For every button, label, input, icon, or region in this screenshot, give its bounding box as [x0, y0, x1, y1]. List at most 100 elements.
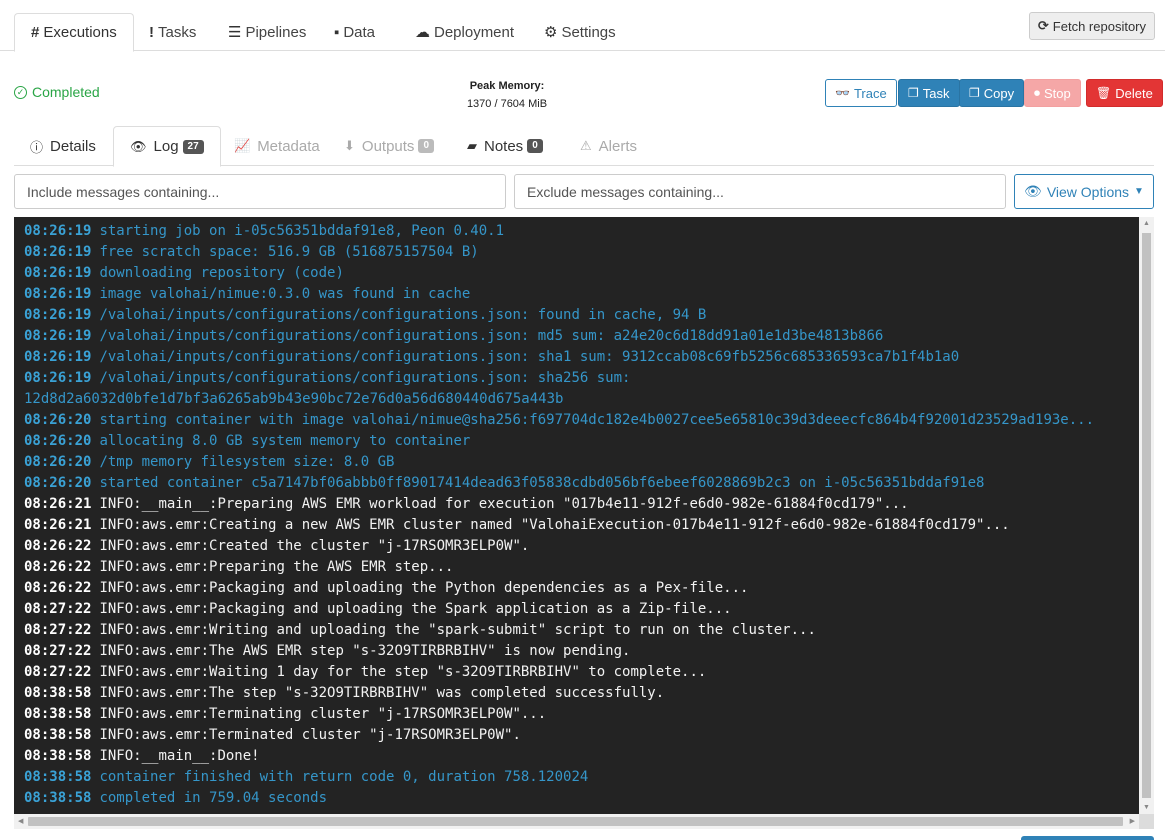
tab-log[interactable]: 👁 Log 27: [113, 126, 221, 167]
tab-label: Data: [343, 23, 376, 41]
log-message: /tmp memory filesystem size: 8.0 GB: [99, 454, 395, 470]
tab-metadata[interactable]: 📈 Metadata: [218, 126, 336, 166]
log-message: /valohai/inputs/configurations/configura…: [99, 349, 960, 365]
tab-alerts[interactable]: ⚠ Alerts: [564, 126, 653, 166]
bars-icon: ☰: [228, 24, 242, 41]
eye-icon: 👁: [1024, 183, 1042, 199]
log-lines: 08:26:19 starting job on i-05c56351bddaf9…: [24, 221, 1139, 809]
log-message: INFO:aws.emr:Terminating cluster "j-17RS…: [99, 706, 547, 722]
log-timestamp: 08:27:22: [24, 664, 92, 680]
log-line: 08:26:20 starting container with image va…: [24, 410, 1139, 431]
scroll-left-icon[interactable]: ◀: [18, 817, 23, 825]
trash-icon: 🗑: [1096, 86, 1112, 100]
log-timestamp: 08:26:19: [24, 286, 92, 302]
log-message: INFO:aws.emr:Preparing the AWS EMR step.…: [99, 559, 454, 575]
log-line: 08:27:22 INFO:aws.emr:Writing and uploadi…: [24, 620, 1139, 641]
log-line: 08:26:22 INFO:aws.emr:Packaging and uploa…: [24, 578, 1139, 599]
outputs-count-badge: 0: [418, 139, 434, 153]
log-timestamp: 08:26:19: [24, 223, 92, 239]
log-message: started container c5a7147bf06abbb0ff8901…: [99, 475, 985, 491]
log-message: INFO:aws.emr:Packaging and uploading the…: [99, 580, 749, 596]
tab-deployment[interactable]: ☁ Deployment: [399, 13, 530, 51]
log-line: 08:38:58 INFO:aws.emr:Terminating cluster…: [24, 704, 1139, 725]
exclude-filter-input[interactable]: [514, 174, 1006, 209]
tab-notes[interactable]: ▰ Notes 0: [451, 126, 559, 166]
hash-icon: #: [31, 24, 40, 41]
tab-label: Notes: [484, 137, 524, 155]
tab-details[interactable]: ⓘ Details: [14, 126, 112, 166]
download-icon: ⬇: [344, 138, 355, 153]
peak-memory: Peak Memory: 1370 / 7604 MiB: [446, 77, 568, 113]
vertical-scrollbar[interactable]: ▲ ▼: [1139, 217, 1154, 814]
tab-label: Executions: [43, 24, 117, 41]
log-message: INFO:aws.emr:Created the cluster "j-17RS…: [99, 538, 530, 554]
log-message: INFO:aws.emr:Creating a new AWS EMR clus…: [99, 517, 1010, 533]
log-message: /valohai/inputs/configurations/configura…: [99, 328, 884, 344]
log-timestamp: 08:26:20: [24, 433, 92, 449]
tab-data[interactable]: ▪ Data: [318, 13, 391, 51]
log-line: 08:38:58 completed in 759.04 seconds: [24, 788, 1139, 809]
log-timestamp: 08:38:58: [24, 748, 92, 764]
tab-settings[interactable]: ⚙ Settings: [528, 13, 632, 51]
tab-label: Deployment: [434, 23, 515, 41]
log-message: free scratch space: 516.9 GB (5168751575…: [99, 244, 479, 260]
tab-tasks[interactable]: ! Tasks: [133, 13, 212, 51]
vertical-scroll-thumb[interactable]: [1142, 233, 1151, 798]
log-timestamp: 08:26:19: [24, 244, 92, 260]
include-filter-input[interactable]: [14, 174, 506, 209]
tab-outputs[interactable]: ⬇ Outputs 0: [328, 126, 450, 166]
scroll-up-icon[interactable]: ▲: [1143, 220, 1150, 227]
log-message: starting job on i-05c56351bddaf91e8, Peo…: [99, 223, 505, 239]
stop-circle-icon: ⏺: [1034, 85, 1041, 100]
log-line: 08:27:22 INFO:aws.emr:Waiting 1 day for t…: [24, 662, 1139, 683]
horizontal-scrollbar[interactable]: ◀ ▶: [14, 814, 1139, 829]
log-timestamp: 08:38:58: [24, 727, 92, 743]
status-label: Completed: [32, 84, 100, 100]
tab-pipelines[interactable]: ☰ Pipelines: [212, 13, 322, 51]
log-message: downloading repository (code): [99, 265, 344, 281]
scroll-down-icon[interactable]: ▼: [1143, 804, 1150, 811]
bottom-button-edge[interactable]: [1021, 836, 1154, 840]
copy-button[interactable]: ❐ Copy: [959, 79, 1025, 107]
peak-memory-value: 1370 / 7604 MiB: [466, 98, 548, 110]
note-icon: ▰: [467, 138, 477, 153]
log-line: 08:26:20 allocating 8.0 GB system memory …: [24, 431, 1139, 452]
log-line: 08:26:19/valohai/inputs/configurations/c…: [24, 347, 1139, 368]
log-timestamp: 08:26:22: [24, 538, 92, 554]
log-line: 12d8d2a6032d0bfe1d7bf3a6265ab9b43e90bc72…: [24, 389, 1139, 410]
stop-button[interactable]: ⏺ Stop: [1024, 79, 1081, 107]
cloud-icon: ☁: [415, 24, 430, 41]
log-line: 08:26:19/valohai/inputs/configurations/c…: [24, 305, 1139, 326]
log-timestamp: 08:26:20: [24, 475, 92, 491]
log-timestamp: 08:38:58: [24, 769, 92, 785]
log-timestamp: 08:26:19: [24, 307, 92, 323]
log-line: 08:27:22 INFO:aws.emr:The AWS EMR step "s…: [24, 641, 1139, 662]
log-message: allocating 8.0 GB system memory to conta…: [99, 433, 471, 449]
trace-button[interactable]: 👓 Trace: [825, 79, 897, 107]
copy-label: Copy: [983, 85, 1015, 101]
log-line: 08:38:58 INFO:__main__:Done!: [24, 746, 1139, 767]
tab-label: Log: [153, 138, 179, 155]
scroll-right-icon[interactable]: ▶: [1130, 817, 1135, 825]
log-timestamp: 08:38:58: [24, 685, 92, 701]
glasses-icon: 👓: [835, 86, 850, 100]
delete-button[interactable]: 🗑 Delete: [1086, 79, 1163, 107]
task-button[interactable]: ❐ Task: [898, 79, 960, 107]
fetch-repository-button[interactable]: ⟳ Fetch repository: [1028, 12, 1155, 40]
log-line: 08:38:58 INFO:aws.emr:Terminated cluster …: [24, 725, 1139, 746]
log-panel[interactable]: 08:26:19 starting job on i-05c56351bddaf9…: [14, 217, 1154, 829]
stop-label: Stop: [1044, 85, 1071, 101]
tab-executions[interactable]: # Executions: [14, 13, 134, 52]
warning-icon: ⚠: [580, 138, 592, 153]
info-circle-icon: ⓘ: [30, 139, 44, 155]
scrollbar-corner: [1139, 814, 1154, 829]
tab-label: Tasks: [158, 23, 197, 41]
floppy-icon: ▪: [334, 23, 340, 41]
horizontal-scroll-thumb[interactable]: [28, 817, 1123, 826]
gear-icon: ⚙: [544, 24, 558, 41]
log-line: 08:26:21 INFO:__main__:Preparing AWS EMR …: [24, 494, 1139, 515]
view-options-button[interactable]: 👁 View Options ▼: [1014, 174, 1154, 209]
log-line: 08:26:22 INFO:aws.emr:Created the cluster…: [24, 536, 1139, 557]
delete-label: Delete: [1115, 85, 1153, 101]
chart-icon: 📈: [234, 138, 251, 153]
